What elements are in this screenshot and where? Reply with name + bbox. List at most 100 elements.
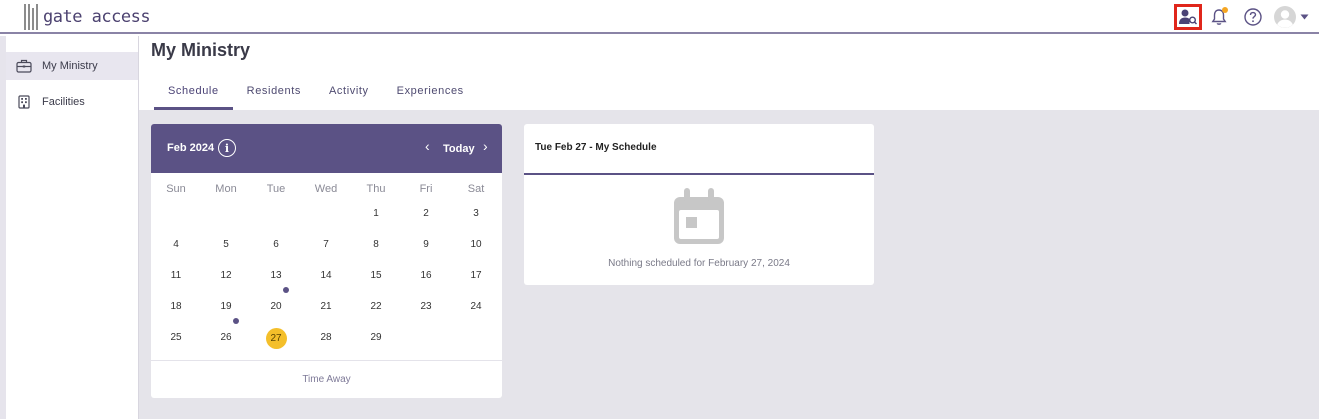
tab-activity[interactable]: Activity — [315, 78, 383, 110]
calendar-day-number: 12 — [220, 270, 232, 281]
calendar-day-number: 18 — [170, 301, 182, 312]
calendar-day[interactable]: 24 — [451, 297, 501, 317]
calendar-day[interactable]: 15 — [351, 266, 401, 286]
calendar-day-number: 29 — [370, 332, 382, 343]
calendar-day[interactable]: 19 — [201, 297, 251, 317]
calendar-day-number: 24 — [470, 301, 482, 312]
empty-schedule-message: Nothing scheduled for February 27, 2024 — [608, 258, 790, 269]
calendar-day[interactable]: 1 — [351, 204, 401, 224]
calendar-day[interactable]: 28 — [301, 328, 351, 348]
calendar-day[interactable]: 2 — [401, 204, 451, 224]
notifications-button[interactable] — [1205, 4, 1233, 30]
calendar-card: Feb 2024 i ‹ Today › Sun Mon Tue Wed Thu Fri S… — [151, 124, 502, 398]
today-button[interactable]: Today — [443, 143, 475, 155]
weekday-header: Tue — [266, 183, 286, 195]
calendar-day-number: 25 — [170, 332, 182, 343]
calendar-day[interactable]: 18 — [151, 297, 201, 317]
schedule-card: Tue Feb 27 - My Schedule Nothing schedul… — [524, 124, 874, 285]
schedule-divider — [524, 173, 874, 175]
calendar-day[interactable]: 9 — [401, 235, 451, 255]
weekday-header: Mon — [215, 183, 237, 195]
calendar-day-number: 3 — [473, 208, 479, 219]
tab-residents[interactable]: Residents — [233, 78, 315, 110]
logo-bars-icon — [24, 4, 40, 30]
info-icon[interactable]: i — [218, 139, 236, 157]
calendar-day-number: 20 — [270, 301, 282, 312]
sidebar-item-my-ministry[interactable]: My Ministry — [6, 52, 138, 80]
account-menu-button[interactable] — [1271, 4, 1311, 30]
calendar-day[interactable]: 20 — [251, 297, 301, 317]
calendar-day-number: 13 — [270, 270, 282, 281]
weekday-header: Sat — [467, 183, 485, 195]
weekday-header: Sun — [166, 183, 186, 195]
calendar-day-number: 5 — [223, 239, 229, 250]
calendar-day[interactable]: 17 — [451, 266, 501, 286]
calendar-month-label: Feb 2024 — [167, 142, 215, 154]
avatar-icon — [1274, 6, 1296, 28]
calendar-day[interactable]: 5 — [201, 235, 251, 255]
help-button[interactable] — [1239, 4, 1267, 30]
calendar-day[interactable]: 13 — [251, 266, 301, 286]
calendar-day[interactable]: 29 — [351, 328, 401, 348]
page-title: My Ministry — [151, 40, 251, 60]
calendar-day[interactable]: 7 — [301, 235, 351, 255]
calendar-day[interactable]: 12 — [201, 266, 251, 286]
logo-text: gate access — [43, 7, 151, 27]
calendar-day-number: 11 — [170, 270, 182, 281]
chevron-right-icon[interactable]: › — [483, 138, 488, 154]
calendar-day-number: 14 — [320, 270, 332, 281]
calendar-day[interactable]: 11 — [151, 266, 201, 286]
calendar-day-number: 8 — [373, 239, 379, 250]
calendar-day[interactable]: 8 — [351, 235, 401, 255]
calendar-header: Feb 2024 i ‹ Today › — [151, 124, 502, 173]
calendar-day[interactable]: 16 — [401, 266, 451, 286]
tab-schedule[interactable]: Schedule — [154, 78, 233, 110]
top-bar: gate access — [0, 0, 1319, 34]
tab-experiences[interactable]: Experiences — [383, 78, 478, 110]
calendar-day-number: 23 — [420, 301, 432, 312]
sidebar-item-label: Facilities — [42, 96, 85, 108]
calendar-day[interactable]: 23 — [401, 297, 451, 317]
chevron-left-icon[interactable]: ‹ — [425, 138, 430, 154]
calendar-icon — [674, 188, 724, 244]
briefcase-icon — [16, 59, 32, 73]
gate-access-logo[interactable]: gate access — [24, 2, 151, 32]
calendar-day-number: 17 — [470, 270, 482, 281]
calendar-day[interactable]: 10 — [451, 235, 501, 255]
schedule-title: Tue Feb 27 - My Schedule — [535, 142, 657, 153]
calendar-day[interactable]: 26 — [201, 328, 251, 348]
calendar-day-number: 6 — [273, 239, 279, 250]
user-search-icon — [1179, 9, 1198, 25]
help-icon — [1244, 8, 1262, 26]
tab-bar: Schedule Residents Activity Experiences — [154, 78, 478, 110]
event-dot — [283, 287, 289, 293]
calendar-day-number: 10 — [470, 239, 482, 250]
calendar-day-number: 16 — [420, 270, 432, 281]
calendar-day-number: 4 — [173, 239, 179, 250]
calendar-day[interactable]: 14 — [301, 266, 351, 286]
calendar-day[interactable]: 22 — [351, 297, 401, 317]
calendar-day-number: 21 — [320, 301, 332, 312]
sidebar-item-facilities[interactable]: Facilities — [6, 88, 138, 116]
calendar-day[interactable]: 21 — [301, 297, 351, 317]
user-search-button[interactable] — [1174, 4, 1202, 30]
calendar-day-number: 28 — [320, 332, 332, 343]
sidebar-item-label: My Ministry — [42, 60, 98, 72]
sidebar: My Ministry Facilities — [0, 36, 139, 419]
calendar-day[interactable]: 3 — [451, 204, 501, 224]
calendar-day-number: 1 — [373, 208, 379, 219]
weekday-header: Wed — [314, 183, 338, 195]
calendar-day[interactable]: 25 — [151, 328, 201, 348]
caret-down-icon — [1300, 14, 1309, 20]
notification-dot — [1222, 7, 1228, 13]
time-away-link[interactable]: Time Away — [151, 360, 502, 398]
calendar-day-number: 27 — [265, 328, 287, 349]
calendar-day-selected[interactable]: 27 — [251, 328, 301, 349]
weekday-header: Thu — [366, 183, 386, 195]
calendar-day[interactable]: 4 — [151, 235, 201, 255]
event-dot — [233, 318, 239, 324]
calendar-day-number: 15 — [370, 270, 382, 281]
calendar-day[interactable]: 6 — [251, 235, 301, 255]
calendar-day-number: 9 — [423, 239, 429, 250]
weekday-header: Fri — [419, 183, 433, 195]
